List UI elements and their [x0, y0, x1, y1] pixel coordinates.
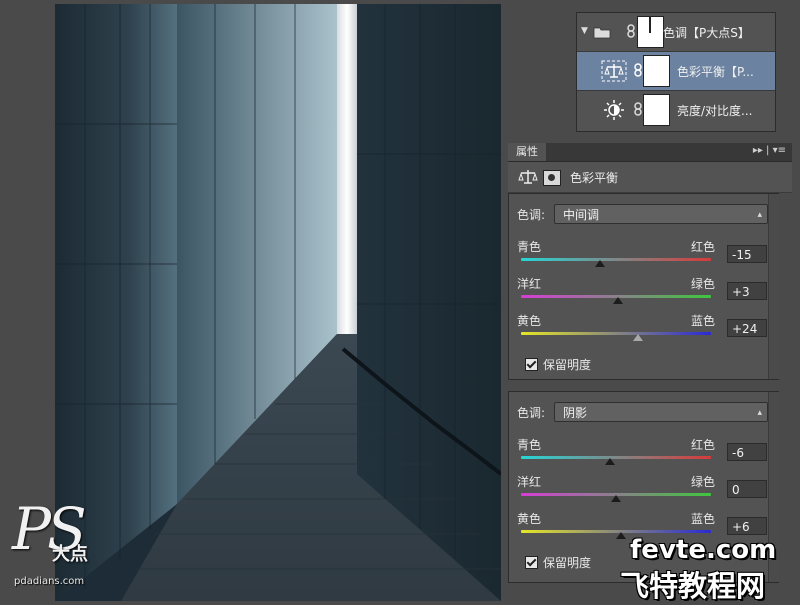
- yellow-blue-knob[interactable]: [633, 334, 643, 341]
- expand-triangle-icon[interactable]: ▼: [581, 26, 588, 36]
- tone-label: 色调:: [517, 406, 546, 420]
- ps-logo: PS 大点 pdadians.com: [12, 500, 117, 592]
- brightness-contrast-icon: [604, 100, 624, 120]
- layer-row-brightness[interactable]: 亮度/对比度...: [577, 91, 775, 129]
- yellow-blue-value[interactable]: +24: [727, 319, 767, 337]
- preserve-luminosity-label: 保留明度: [543, 556, 592, 570]
- layer-row-color-balance[interactable]: 色彩平衡【P...: [577, 52, 775, 91]
- slider-left-label: 青色: [517, 240, 542, 254]
- layer-mask-thumbnail[interactable]: [643, 55, 670, 87]
- color-balance-icon[interactable]: [518, 168, 538, 186]
- link-icon: [634, 63, 642, 77]
- alley-photo: [55, 4, 501, 601]
- tab-properties[interactable]: 属性: [508, 143, 546, 161]
- site-watermark: fevte.com 飞特教程网: [610, 535, 795, 603]
- magenta-green-value[interactable]: 0: [727, 480, 767, 498]
- cyan-red-knob[interactable]: [595, 260, 605, 267]
- tone-label: 色调:: [517, 208, 546, 222]
- panel-menu-icon[interactable]: ▸▸ | ▾≡: [753, 145, 786, 156]
- document-canvas[interactable]: [55, 4, 501, 601]
- tone-dropdown[interactable]: 阴影 ▴: [554, 402, 768, 422]
- watermark-site-name: 飞特教程网: [620, 569, 766, 603]
- cyan-red-value[interactable]: -15: [727, 245, 767, 263]
- slider-right-label: 红色: [691, 240, 716, 254]
- cyan-red-track[interactable]: [521, 258, 711, 261]
- link-icon: [627, 24, 635, 38]
- magenta-green-knob[interactable]: [613, 297, 623, 304]
- tone-value: 中间调: [563, 208, 600, 222]
- slider-right-label: 蓝色: [691, 512, 716, 526]
- mask-icon[interactable]: [543, 170, 561, 186]
- group-mask-thumbnail[interactable]: [637, 16, 664, 48]
- slider-right-label: 绿色: [691, 277, 716, 291]
- logo-cn-text: 大点: [52, 544, 88, 565]
- yellow-blue-track[interactable]: [521, 332, 711, 335]
- folder-icon: [593, 27, 611, 39]
- watermark-domain: fevte.com: [630, 535, 777, 565]
- slider-left-label: 黄色: [517, 512, 542, 526]
- dropdown-arrows-icon: ▴: [757, 210, 762, 220]
- color-balance-icon: [601, 60, 627, 82]
- link-icon: [634, 102, 642, 116]
- cyan-red-knob[interactable]: [605, 458, 615, 465]
- slider-left-label: 青色: [517, 438, 542, 452]
- panel-scrollbar[interactable]: [768, 194, 779, 379]
- tone-value: 阴影: [563, 406, 588, 420]
- cyan-red-value[interactable]: -6: [727, 443, 767, 461]
- preserve-luminosity-checkbox[interactable]: [525, 358, 538, 371]
- adjustment-title: 色彩平衡: [570, 171, 619, 185]
- slider-right-label: 红色: [691, 438, 716, 452]
- layer-mask-thumbnail[interactable]: [643, 94, 670, 126]
- preserve-luminosity-label: 保留明度: [543, 358, 592, 372]
- layer-group-name: 色调【P大点S】: [663, 26, 750, 40]
- slider-left-label: 黄色: [517, 314, 542, 328]
- logo-url-text: pdadians.com: [14, 576, 85, 587]
- layer-name-color-balance: 色彩平衡【P...: [677, 65, 754, 79]
- slider-right-label: 蓝色: [691, 314, 716, 328]
- tone-dropdown[interactable]: 中间调 ▴: [554, 204, 768, 224]
- properties-title-bar: 色彩平衡: [508, 162, 792, 193]
- color-balance-panel-midtones: 色调: 中间调 ▴ 青色 红色 -15 洋红 绿色 +3 黄色 蓝色 +24 保…: [508, 193, 779, 380]
- yellow-blue-value[interactable]: +6: [727, 517, 767, 535]
- layers-panel: ▼ 色调【P大点S】 色彩平衡【P... 亮度/对比度...: [576, 12, 776, 132]
- properties-header: 属性 ▸▸ | ▾≡: [508, 143, 792, 162]
- cyan-red-track[interactable]: [521, 456, 711, 459]
- magenta-green-value[interactable]: +3: [727, 282, 767, 300]
- magenta-green-knob[interactable]: [611, 495, 621, 502]
- dropdown-arrows-icon: ▴: [757, 408, 762, 418]
- preserve-luminosity-checkbox[interactable]: [525, 556, 538, 569]
- layer-name-brightness: 亮度/对比度...: [677, 104, 753, 118]
- slider-left-label: 洋红: [517, 277, 542, 291]
- slider-right-label: 绿色: [691, 475, 716, 489]
- layer-group-row[interactable]: ▼ 色调【P大点S】: [577, 13, 775, 52]
- slider-left-label: 洋红: [517, 475, 542, 489]
